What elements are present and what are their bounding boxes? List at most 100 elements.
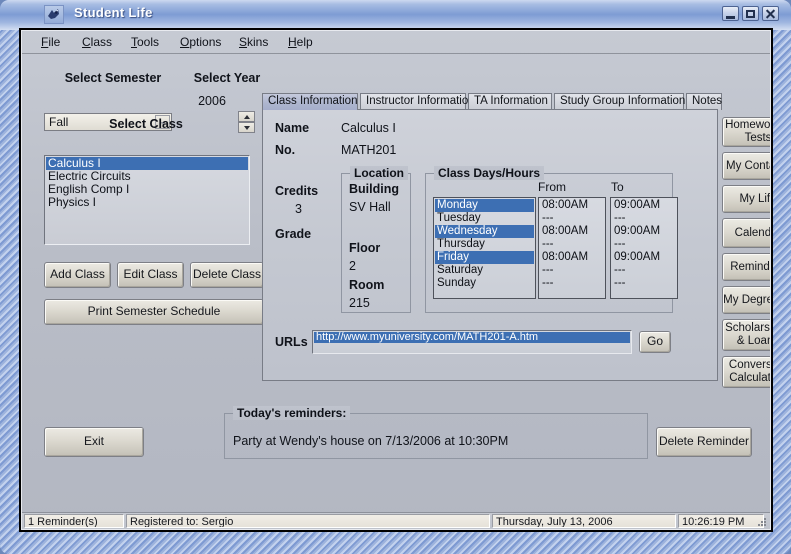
schedule-cell[interactable]: 08:00AM [540, 199, 604, 212]
app-logo-icon [44, 5, 64, 24]
delete-class-button[interactable]: Delete Class [190, 262, 264, 288]
sidebar-button-label: Conversion Calculators [728, 359, 771, 384]
tab-label: Study Group Information [560, 95, 686, 107]
exit-button[interactable]: Exit [44, 427, 144, 457]
schedule-cell[interactable]: Friday [435, 251, 534, 264]
sidebar-button-conversion-calculators[interactable]: Conversion Calculators [722, 356, 771, 388]
credits-label: Credits [275, 184, 319, 198]
schedule-cell[interactable]: Sunday [435, 277, 534, 290]
sidebar-button-my-life[interactable]: My Life [722, 185, 771, 213]
delete-reminder-button[interactable]: Delete Reminder [656, 427, 752, 457]
tab-label: Notes [692, 95, 723, 107]
number-label: No. [275, 143, 296, 157]
application-window: Student Life File Class Tools Options Sk… [0, 0, 791, 554]
floor-label: Floor [349, 241, 381, 255]
client-area-border: File Class Tools Options Skins Help Sele… [19, 28, 773, 532]
tab-class-information[interactable]: Class Information [262, 93, 358, 110]
close-button[interactable] [762, 6, 779, 21]
print-semester-schedule-button[interactable]: Print Semester Schedule [44, 299, 264, 325]
tab-label: Instructor Information [366, 95, 475, 107]
schedule-cell[interactable]: 09:00AM [612, 199, 676, 212]
schedule-cell[interactable]: --- [612, 212, 676, 225]
resize-gripper[interactable] [756, 516, 768, 528]
select-class-label: Select Class [109, 117, 183, 131]
schedule-cell[interactable]: 09:00AM [612, 225, 676, 238]
right-sidebar: Homework & Tests My Contacts My Life Calend… [722, 117, 771, 393]
add-class-button[interactable]: Add Class [44, 262, 111, 288]
schedule-cell[interactable]: 09:00AM [612, 251, 676, 264]
menu-bar: File Class Tools Options Skins Help [22, 31, 770, 54]
menu-class[interactable]: Class [77, 34, 117, 50]
schedule-cell[interactable]: --- [612, 238, 676, 251]
class-listbox[interactable]: Calculus I Electric Circuits English Comp … [44, 155, 250, 245]
sidebar-button-label: Calendar [734, 226, 771, 239]
menu-file[interactable]: File [36, 34, 65, 50]
url-listbox[interactable]: http://www.myuniversity.com/MATH201-A.ht… [312, 330, 632, 354]
class-days-hours-caption: Class Days/Hours [434, 166, 545, 180]
window-title: Student Life [74, 5, 153, 20]
tab-instructor-information[interactable]: Instructor Information [360, 93, 475, 110]
sidebar-button-homework-tests[interactable]: Homework & Tests [722, 117, 771, 147]
sidebar-button-reminders[interactable]: Reminders [722, 253, 770, 281]
schedule-cell[interactable]: --- [540, 264, 604, 277]
to-column[interactable]: 09:00AM --- 09:00AM --- 09:00AM --- --- [610, 197, 678, 299]
status-registered-to: Registered to: Sergio [126, 514, 490, 528]
location-caption: Location [350, 166, 408, 180]
todays-reminders-caption: Today's reminders: [233, 406, 351, 420]
location-group: Location Building SV Hall Floor 2 Room 2… [341, 166, 411, 313]
todays-reminders-group: Today's reminders: Party at Wendy's hous… [224, 406, 648, 459]
schedule-cell[interactable]: --- [540, 212, 604, 225]
status-date: Thursday, July 13, 2006 [492, 514, 676, 528]
minimize-button[interactable] [722, 6, 739, 21]
schedule-cell[interactable]: Monday [435, 199, 534, 212]
from-column[interactable]: 08:00AM --- 08:00AM --- 08:00AM --- --- [538, 197, 606, 299]
tab-study-group-information[interactable]: Study Group Information [554, 93, 686, 110]
schedule-cell[interactable]: --- [612, 264, 676, 277]
status-bar: 1 Reminder(s) Registered to: Sergio Thur… [22, 512, 770, 529]
menu-tools[interactable]: Tools [126, 34, 164, 50]
menu-help[interactable]: Help [283, 34, 318, 50]
client-area: File Class Tools Options Skins Help Sele… [21, 30, 771, 530]
schedule-cell[interactable]: Tuesday [435, 212, 534, 225]
sidebar-button-scholarships-loans[interactable]: Scholarships & Loans [722, 319, 770, 351]
name-value: Calculus I [341, 121, 396, 135]
from-column-header: From [538, 180, 566, 194]
building-value: SV Hall [349, 200, 391, 214]
tab-ta-information[interactable]: TA Information [468, 93, 552, 110]
class-days-hours-group: Class Days/Hours From To Monday Tuesday We… [425, 166, 678, 313]
schedule-cell[interactable]: Wednesday [435, 225, 534, 238]
room-value: 215 [349, 296, 370, 310]
tab-strip: Class Information Instructor Information T… [262, 93, 722, 110]
sidebar-button-my-degree-s[interactable]: My Degree(s) [722, 286, 770, 314]
schedule-cell[interactable]: 08:00AM [540, 225, 604, 238]
year-value: 2006 [198, 94, 226, 108]
menu-options[interactable]: Options [175, 34, 226, 50]
sidebar-button-calendar[interactable]: Calendar [722, 218, 771, 248]
status-reminders-count: 1 Reminder(s) [24, 514, 124, 528]
select-semester-label: Select Semester [64, 71, 162, 85]
url-value: http://www.myuniversity.com/MATH201-A.ht… [314, 332, 630, 343]
menu-skins[interactable]: Skins [234, 34, 273, 50]
list-item[interactable]: Physics I [46, 196, 248, 209]
credits-value: 3 [295, 202, 302, 216]
edit-class-button[interactable]: Edit Class [117, 262, 184, 288]
url-value-2 [314, 343, 630, 354]
schedule-cell[interactable]: --- [612, 277, 676, 290]
go-button[interactable]: Go [639, 331, 671, 353]
schedule-cell[interactable]: Thursday [435, 238, 534, 251]
maximize-button[interactable] [742, 6, 759, 21]
sidebar-button-label: Homework & Tests [725, 119, 771, 144]
number-value: MATH201 [341, 143, 397, 157]
sidebar-button-label: My Life [739, 192, 771, 205]
schedule-cell[interactable]: 08:00AM [540, 251, 604, 264]
tab-notes[interactable]: Notes [686, 93, 722, 110]
tab-label: Class Information [268, 95, 358, 107]
select-year-label: Select Year [193, 71, 261, 85]
title-bar[interactable]: Student Life [0, 0, 791, 28]
sidebar-button-my-contacts[interactable]: My Contacts [722, 152, 770, 180]
sidebar-button-label: Reminders [730, 260, 770, 273]
schedule-cell[interactable]: --- [540, 277, 604, 290]
days-column[interactable]: Monday Tuesday Wednesday Thursday Friday Satu… [433, 197, 536, 299]
schedule-cell[interactable]: Saturday [435, 264, 534, 277]
schedule-cell[interactable]: --- [540, 238, 604, 251]
